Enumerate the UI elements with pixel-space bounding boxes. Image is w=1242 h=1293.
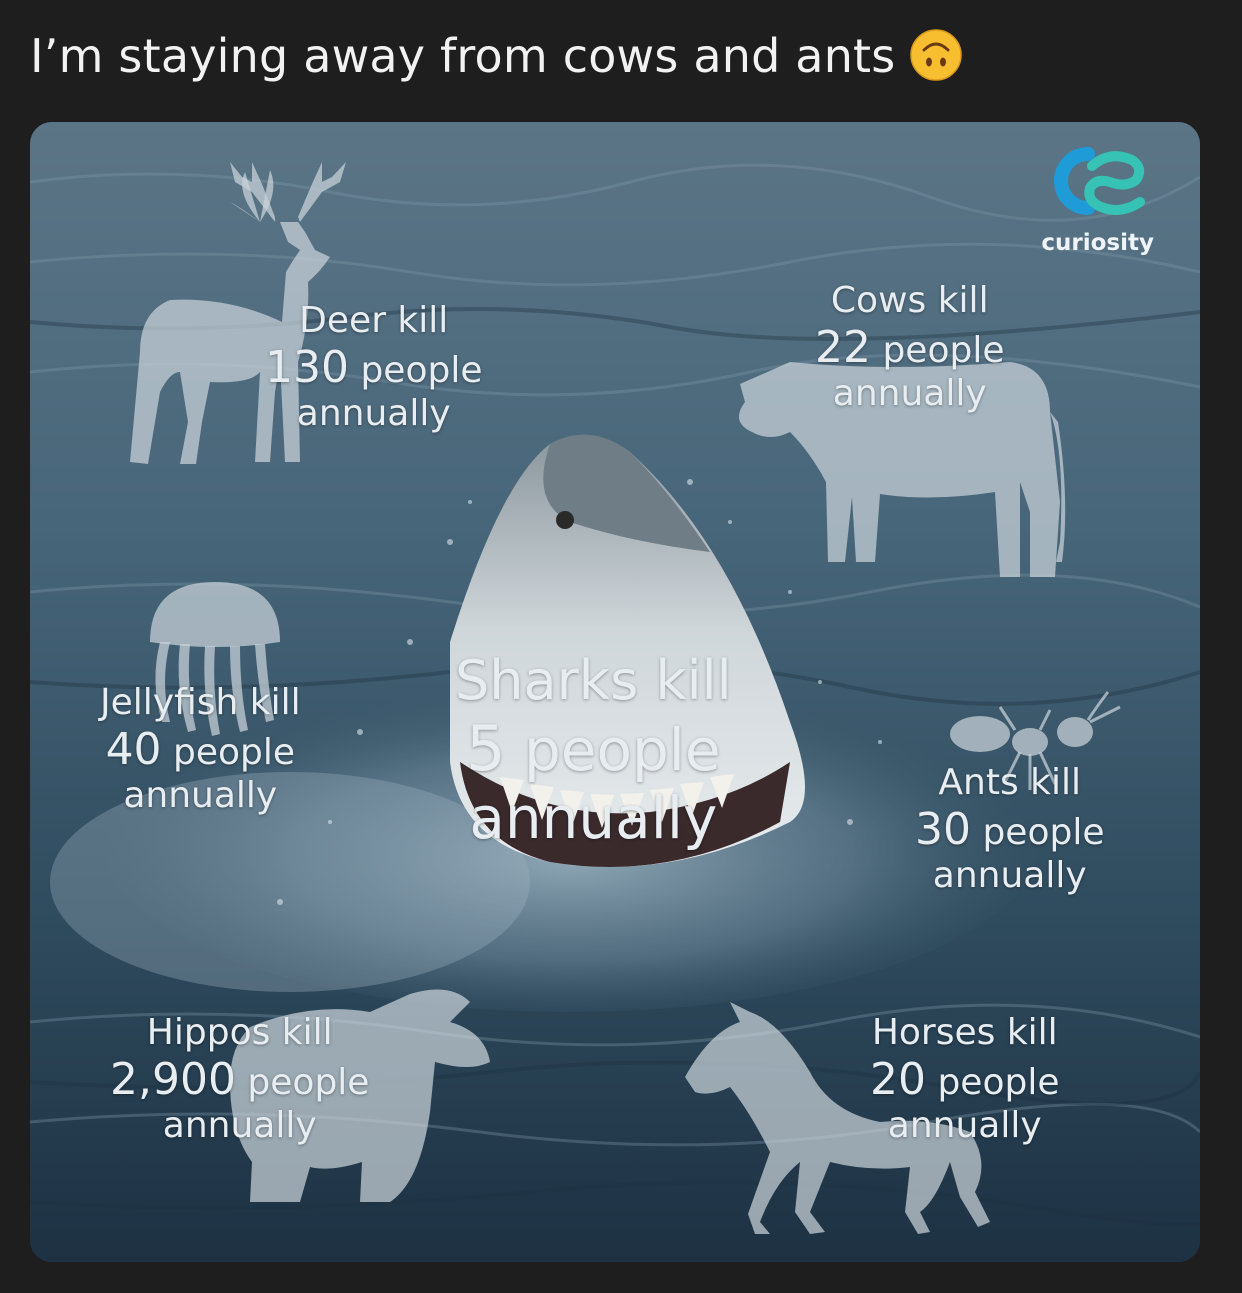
stat-jellyfish-number: 40 — [105, 723, 162, 775]
stat-ants: Ants kill 30 people annually — [915, 762, 1104, 897]
stat-sharks-period: annually — [469, 783, 718, 852]
stat-deer-label: Deer kill — [299, 300, 449, 341]
stat-jellyfish: Jellyfish kill 40 people annually — [100, 682, 301, 817]
animal-deaths-infographic[interactable]: curiosity Deer kill 130 people annually … — [30, 122, 1200, 1262]
stat-ants-period: annually — [932, 854, 1087, 896]
stat-ants-label: Ants kill — [938, 762, 1082, 803]
stat-hippos-number: 2,900 — [110, 1053, 236, 1105]
stat-sharks-label: Sharks kill — [455, 649, 732, 712]
stat-deer: Deer kill 130 people annually — [265, 300, 482, 435]
stat-ants-number: 30 — [915, 803, 971, 855]
curiosity-logo-icon — [1054, 147, 1145, 215]
stat-cows: Cows kill 22 people annually — [815, 280, 1004, 415]
stat-horses: Horses kill 20 people annually — [870, 1012, 1059, 1147]
stat-hippos-label: Hippos kill — [146, 1012, 333, 1053]
stat-deer-period: annually — [296, 392, 451, 434]
stat-horses-number: 20 — [870, 1053, 926, 1105]
stat-ants-unit: people — [982, 811, 1105, 853]
social-post: I’m staying away from cows and ants curi… — [0, 0, 1242, 1293]
stat-sharks-unit: people — [523, 715, 721, 784]
stat-horses-period: annually — [887, 1104, 1042, 1146]
upside-down-face-icon — [909, 28, 963, 82]
stat-hippos-period: annually — [162, 1104, 317, 1146]
stat-hippos: Hippos kill 2,900 people annually — [110, 1012, 369, 1147]
stat-sharks-number: 5 — [466, 711, 506, 785]
stat-cows-unit: people — [882, 329, 1005, 371]
stat-cows-period: annually — [832, 372, 987, 414]
stat-jellyfish-period: annually — [123, 774, 278, 816]
stat-deer-unit: people — [360, 349, 483, 391]
stat-cows-label: Cows kill — [830, 280, 989, 321]
brand-name: curiosity — [1041, 230, 1154, 256]
stat-hippos-unit: people — [247, 1061, 370, 1103]
post-caption: I’m staying away from cows and ants — [30, 24, 963, 88]
stat-horses-unit: people — [937, 1061, 1060, 1103]
stat-jellyfish-unit: people — [173, 731, 296, 773]
stat-deer-number: 130 — [265, 341, 349, 393]
stat-jellyfish-label: Jellyfish kill — [100, 682, 301, 723]
caption-text: I’m staying away from cows and ants — [30, 29, 896, 83]
stat-cows-number: 22 — [815, 321, 871, 373]
stat-sharks: Sharks kill 5 people annually — [455, 649, 732, 852]
stat-horses-label: Horses kill — [871, 1012, 1058, 1053]
